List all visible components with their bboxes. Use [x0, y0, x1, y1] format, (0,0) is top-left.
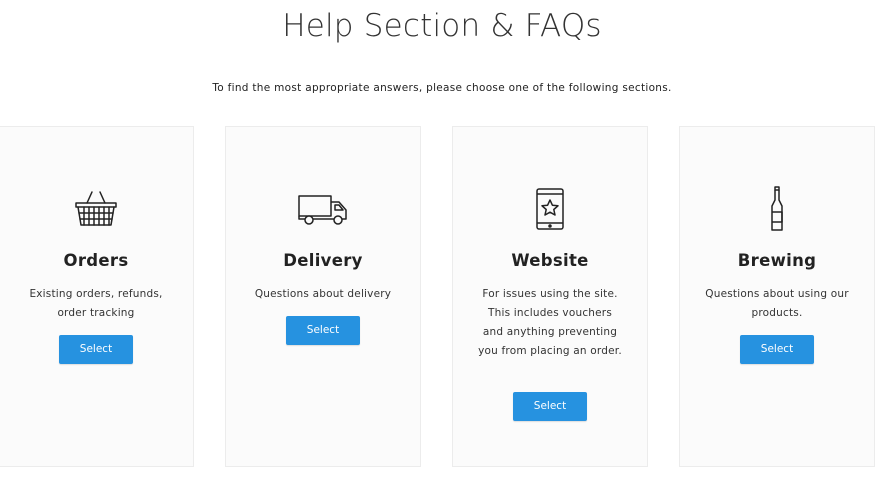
help-card-website: Website For issues using the site. This …: [452, 126, 648, 467]
truck-icon: [226, 185, 420, 233]
select-button-delivery[interactable]: Select: [286, 316, 360, 345]
help-card-brewing: Brewing Questions about using our produc…: [679, 126, 875, 467]
mobile-star-icon: [453, 185, 647, 233]
card-description: Questions about delivery: [254, 288, 392, 300]
card-title: Orders: [63, 251, 129, 270]
bottle-icon: [680, 185, 874, 233]
help-card-orders: Orders Existing orders, refunds, order t…: [0, 126, 194, 467]
page-title: Help Section & FAQs: [282, 8, 602, 44]
select-button-website[interactable]: Select: [513, 392, 587, 421]
card-title: Website: [511, 251, 589, 270]
select-button-orders[interactable]: Select: [59, 335, 133, 364]
card-title: Delivery: [283, 251, 363, 270]
card-title: Brewing: [737, 251, 817, 270]
help-card-delivery: Delivery Questions about delivery Select: [225, 126, 421, 467]
card-description: Questions about using our products.: [705, 288, 849, 319]
select-button-brewing[interactable]: Select: [740, 335, 814, 364]
basket-icon: [0, 185, 193, 233]
card-description: Existing orders, refunds, order tracking: [29, 288, 163, 319]
help-page: Help Section & FAQs To find the most app…: [0, 0, 884, 477]
page-subtitle: To find the most appropriate answers, pl…: [212, 82, 672, 94]
card-description: For issues using the site. This includes…: [478, 288, 622, 357]
